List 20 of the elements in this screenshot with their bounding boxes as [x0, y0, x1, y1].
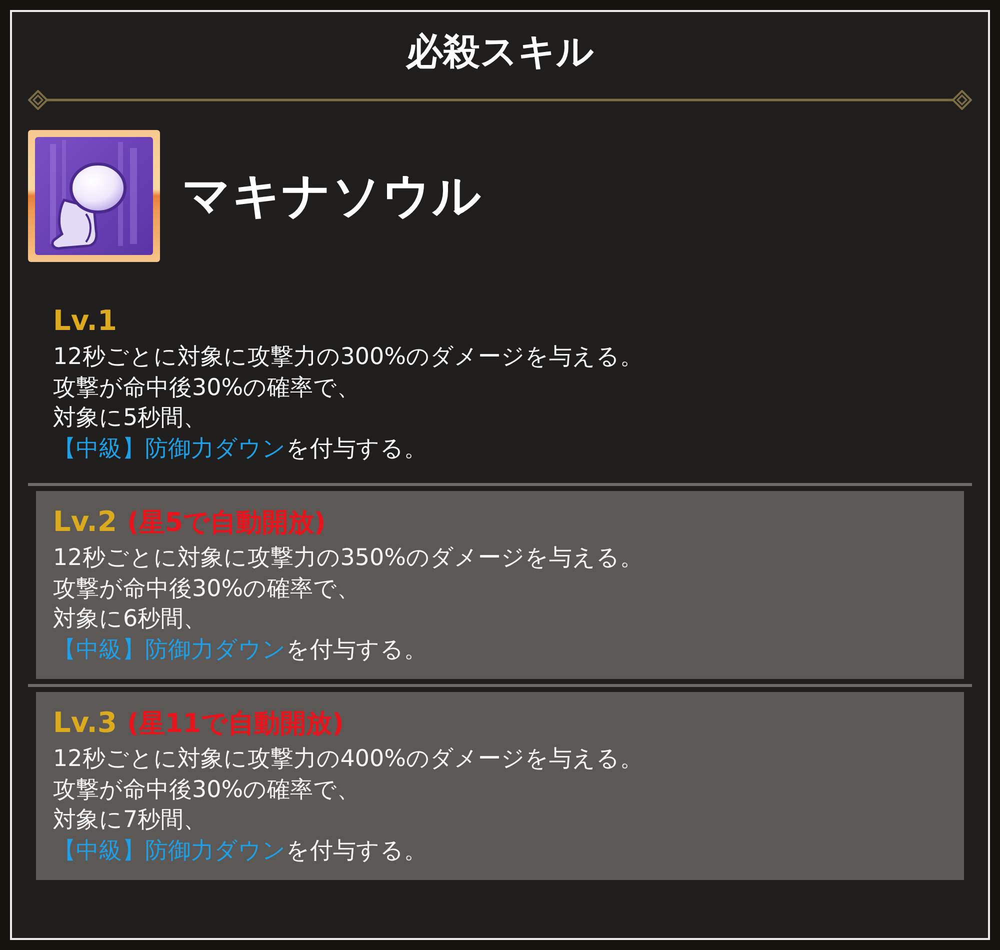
description-line: 対象に5秒間、: [53, 404, 207, 433]
description-line: 12秒ごとに対象に攻撃力の400%のダメージを与える。: [53, 745, 644, 774]
description-line: 【中級】防御力ダウン を付与する。: [53, 836, 427, 866]
panel-title: 必殺スキル: [406, 29, 594, 75]
description-line: 攻撃が命中後30%の確率で、: [53, 574, 360, 604]
description-line: 対象に7秒間、: [53, 806, 207, 835]
description-line: 12秒ごとに対象に攻撃力の300%のダメージを与える。: [53, 343, 644, 372]
description-line: 対象に6秒間、: [53, 605, 207, 634]
level-label: Lv.2: [53, 504, 117, 540]
crouching-figure-icon: [28, 130, 160, 262]
level-label: Lv.3: [53, 705, 117, 741]
description-line: 【中級】防御力ダウン を付与する。: [53, 636, 427, 664]
skill-name: マキナソウル: [182, 167, 482, 226]
description-line: 【中級】防御力ダウン を付与する。: [53, 434, 427, 464]
description-line: 攻撃が命中後30%の確率で、: [53, 374, 360, 402]
level-label: Lv.1: [53, 303, 117, 339]
unlock-condition: (星11で自動開放): [126, 708, 344, 741]
unlock-condition: (星5で自動開放): [126, 507, 326, 540]
description-line: 12秒ごとに対象に攻撃力の350%のダメージを与える。: [53, 544, 644, 573]
description-line: 攻撃が命中後30%の確率で、: [53, 776, 360, 804]
